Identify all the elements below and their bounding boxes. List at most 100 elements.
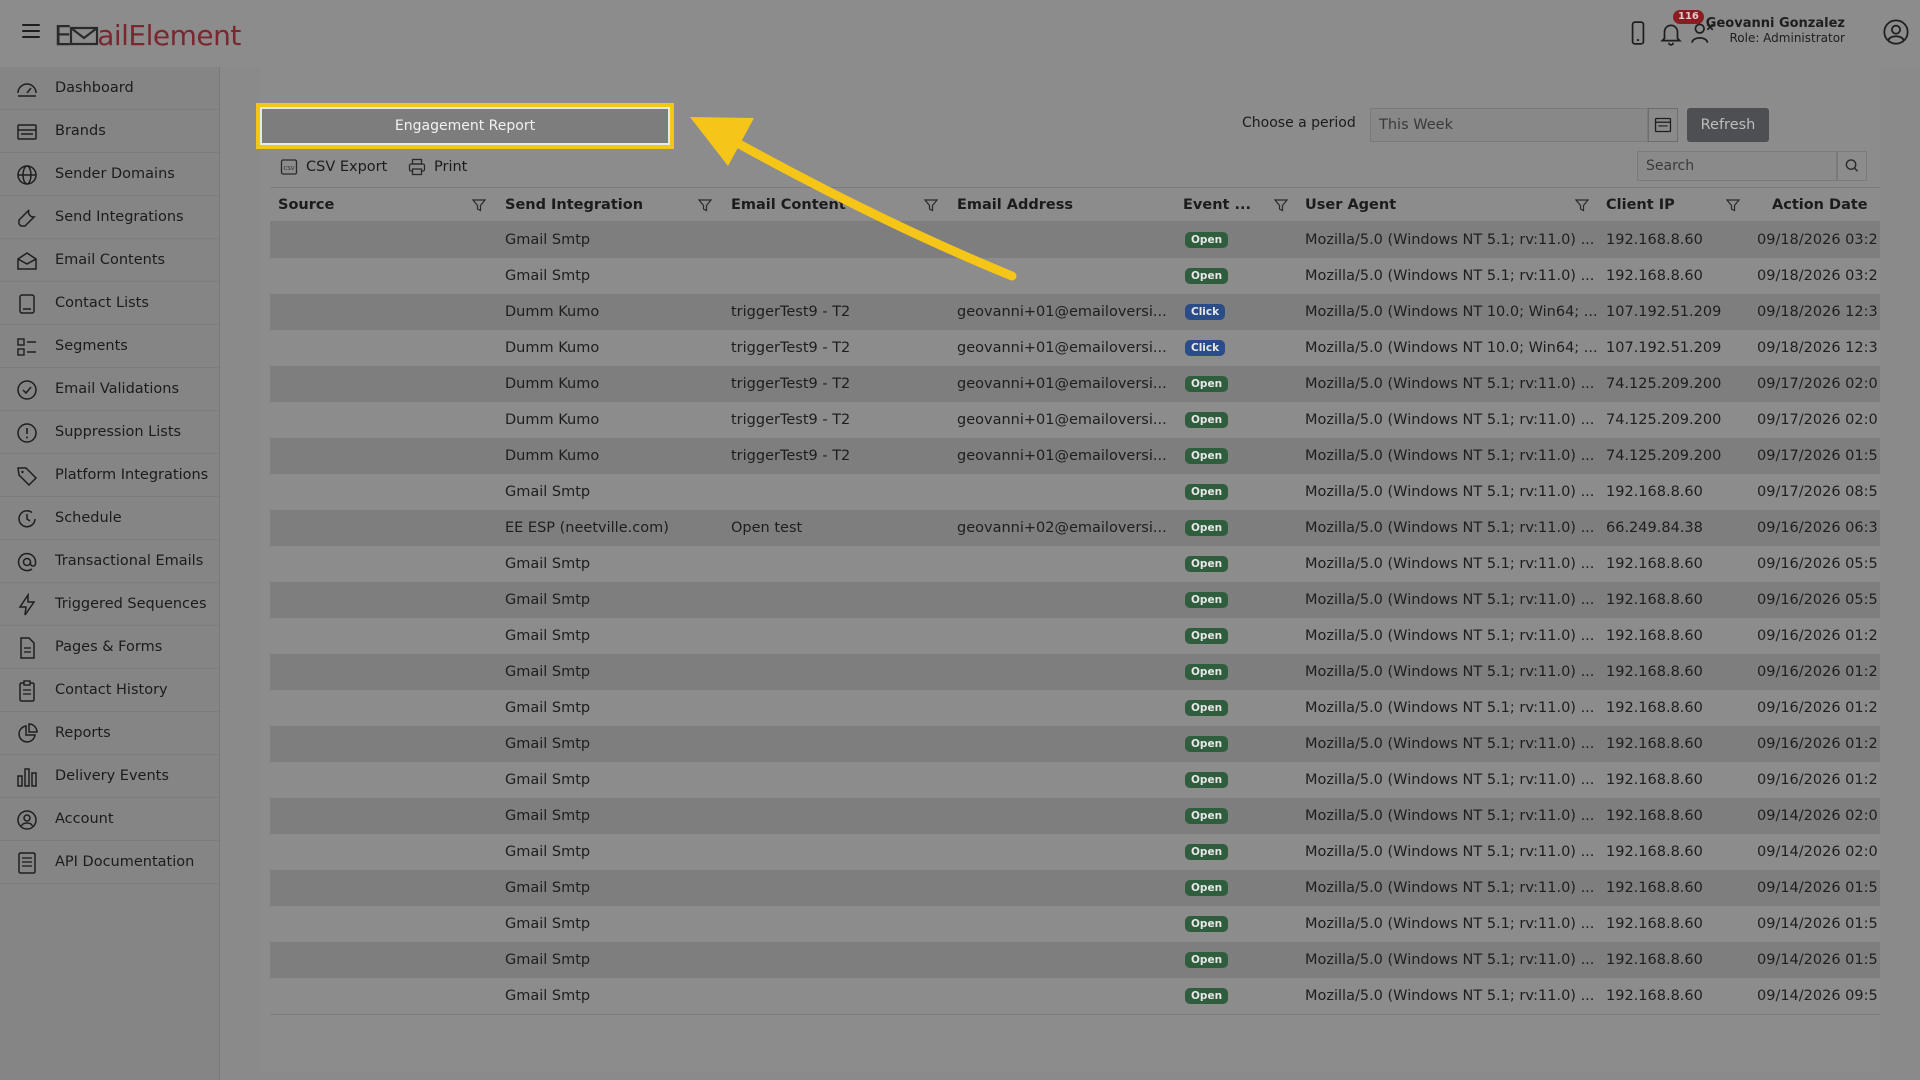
period-select[interactable]: This Week <box>1370 108 1648 142</box>
refresh-button[interactable]: Refresh <box>1687 108 1769 142</box>
filter-icon[interactable] <box>924 198 938 212</box>
sidebar-item-account[interactable]: Account <box>0 798 220 841</box>
table-row[interactable]: Gmail Smtp Open Mozilla/5.0 (Windows NT 5.… <box>270 726 1880 762</box>
cell-email-address <box>957 906 1167 942</box>
column-header-email-address[interactable]: Email Address <box>957 188 1073 223</box>
cell-client-ip: 192.168.8.60 <box>1606 700 1703 716</box>
sidebar-item-email-validations[interactable]: Email Validations <box>0 368 220 411</box>
mobile-icon[interactable] <box>1625 20 1651 46</box>
table-row[interactable]: Dumm Kumo triggerTest9 - T2 geovanni+01@em… <box>270 366 1880 402</box>
sidebar-item-segments[interactable]: Segments <box>0 325 220 368</box>
cell-action-date: 09/17/2026 02:0 <box>1757 376 1877 392</box>
user-avatar-icon[interactable] <box>1882 18 1910 46</box>
cell-client-ip: 192.168.8.60 <box>1606 844 1703 860</box>
sidebar-item-email-contents[interactable]: Email Contents <box>0 239 220 282</box>
cell-email-content: triggerTest9 - T2 <box>731 340 851 356</box>
column-header-action-date[interactable]: Action Date <box>1772 188 1868 223</box>
filter-icon[interactable] <box>1726 198 1740 212</box>
cell-email-content <box>731 870 951 906</box>
engagement-report-button[interactable]: Engagement Report <box>256 103 674 149</box>
cell-email-address <box>957 798 1167 834</box>
sidebar-item-dashboard[interactable]: Dashboard <box>0 67 220 110</box>
cell-client-ip: 192.168.8.60 <box>1606 988 1703 1004</box>
sidebar-item-transactional-emails[interactable]: Transactional Emails <box>0 540 220 583</box>
table-row[interactable]: Gmail Smtp Open Mozilla/5.0 (Windows NT 5.… <box>270 258 1880 294</box>
search-input[interactable]: Search <box>1637 151 1837 181</box>
table-row[interactable]: Gmail Smtp Open Mozilla/5.0 (Windows NT 5.… <box>270 798 1880 834</box>
cell-client-ip: 192.168.8.60 <box>1606 808 1703 824</box>
cell-action-date: 09/17/2026 08:5 <box>1757 484 1877 500</box>
table-row[interactable]: Gmail Smtp Open Mozilla/5.0 (Windows NT 5.… <box>270 762 1880 798</box>
cell-action-date: 09/16/2026 06:3 <box>1757 520 1877 536</box>
csv-export-button[interactable]: CSV CSV Export <box>280 155 387 179</box>
table-row[interactable]: Dumm Kumo triggerTest9 - T2 geovanni+01@em… <box>270 438 1880 474</box>
cell-client-ip: 192.168.8.60 <box>1606 556 1703 572</box>
filter-icon[interactable] <box>1575 198 1589 212</box>
hamburger-menu-icon[interactable] <box>22 24 40 44</box>
column-header-send-integration[interactable]: Send Integration <box>505 188 643 223</box>
table-row[interactable]: Gmail Smtp Open Mozilla/5.0 (Windows NT 5.… <box>270 978 1880 1014</box>
table-row[interactable]: Gmail Smtp Open Mozilla/5.0 (Windows NT 5.… <box>270 870 1880 906</box>
globe-icon <box>17 165 37 185</box>
table-row[interactable]: Dumm Kumo triggerTest9 - T2 geovanni+01@em… <box>270 330 1880 366</box>
segments-icon <box>17 338 36 356</box>
column-header-email-content[interactable]: Email Content <box>731 188 846 223</box>
cell-source <box>278 222 498 258</box>
sidebar-item-suppression-lists[interactable]: Suppression Lists <box>0 411 220 454</box>
sidebar-item-triggered-sequences[interactable]: Triggered Sequences <box>0 583 220 626</box>
table-row[interactable]: Gmail Smtp Open Mozilla/5.0 (Windows NT 5.… <box>270 582 1880 618</box>
table-row[interactable]: EE ESP (neetville.com) Open test geovanni+… <box>270 510 1880 546</box>
table-row[interactable]: Gmail Smtp Open Mozilla/5.0 (Windows NT 5.… <box>270 654 1880 690</box>
sidebar-item-send-integrations[interactable]: Send Integrations <box>0 196 220 239</box>
table-row[interactable]: Dumm Kumo triggerTest9 - T2 geovanni+01@em… <box>270 294 1880 330</box>
sidebar-item-contact-history[interactable]: Contact History <box>0 669 220 712</box>
pie-chart-icon <box>18 723 38 743</box>
cell-source <box>278 330 498 366</box>
filter-icon[interactable] <box>698 198 712 212</box>
column-header-source[interactable]: Source <box>278 188 334 223</box>
table-row[interactable]: Gmail Smtp Open Mozilla/5.0 (Windows NT 5.… <box>270 618 1880 654</box>
sidebar-item-brands[interactable]: Brands <box>0 110 220 153</box>
cell-action-date: 09/14/2026 01:5 <box>1757 916 1877 932</box>
cell-send-integration: Gmail Smtp <box>505 700 591 716</box>
column-header-event[interactable]: Event ... <box>1183 188 1251 223</box>
sidebar-item-pages-forms[interactable]: Pages & Forms <box>0 626 220 669</box>
sidebar-item-platform-integrations[interactable]: Platform Integrations <box>0 454 220 497</box>
user-name[interactable]: Geovanni Gonzalez <box>1706 16 1845 31</box>
logo[interactable]: EailElement <box>54 19 241 52</box>
sidebar-item-label: Platform Integrations <box>55 467 209 483</box>
event-badge: Open <box>1185 880 1229 896</box>
print-button[interactable]: Print <box>408 155 467 179</box>
search-icon[interactable] <box>1837 151 1867 181</box>
sidebar-item-schedule[interactable]: Schedule <box>0 497 220 540</box>
table-row[interactable]: Gmail Smtp Open Mozilla/5.0 (Windows NT 5.… <box>270 222 1880 258</box>
table-row[interactable]: Gmail Smtp Open Mozilla/5.0 (Windows NT 5.… <box>270 474 1880 510</box>
column-header-client-ip[interactable]: Client IP <box>1606 188 1675 223</box>
sidebar-item-label: Suppression Lists <box>55 424 182 440</box>
calendar-icon[interactable] <box>1648 108 1678 142</box>
top-bar: EailElement 116 Geovanni Gonzalez Role: … <box>0 0 1920 67</box>
filter-icon[interactable] <box>1274 198 1288 212</box>
filter-icon[interactable] <box>472 198 486 212</box>
table-row[interactable]: Gmail Smtp Open Mozilla/5.0 (Windows NT 5.… <box>270 942 1880 978</box>
sidebar-item-sender-domains[interactable]: Sender Domains <box>0 153 220 196</box>
cell-email-content <box>731 726 951 762</box>
cell-action-date: 09/16/2026 01:2 <box>1757 736 1877 752</box>
cell-action-date: 09/14/2026 02:0 <box>1757 844 1877 860</box>
sidebar-item-contact-lists[interactable]: Contact Lists <box>0 282 220 325</box>
cell-action-date: 09/14/2026 09:5 <box>1757 988 1877 1004</box>
sidebar-item-delivery-events[interactable]: Delivery Events <box>0 755 220 798</box>
table-row[interactable]: Gmail Smtp Open Mozilla/5.0 (Windows NT 5.… <box>270 906 1880 942</box>
table-row[interactable]: Gmail Smtp Open Mozilla/5.0 (Windows NT 5.… <box>270 834 1880 870</box>
table-row[interactable]: Gmail Smtp Open Mozilla/5.0 (Windows NT 5.… <box>270 546 1880 582</box>
table-header: Source Send Integration Email Content Email… <box>270 187 1880 222</box>
column-header-user-agent[interactable]: User Agent <box>1305 188 1396 223</box>
cell-email-address: geovanni+01@emailoversi... <box>957 412 1167 428</box>
table-row[interactable]: Gmail Smtp Open Mozilla/5.0 (Windows NT 5.… <box>270 690 1880 726</box>
cell-source <box>278 294 498 330</box>
cell-email-address <box>957 978 1167 1014</box>
sidebar-item-reports[interactable]: Reports <box>0 712 220 755</box>
table-row[interactable]: Dumm Kumo triggerTest9 - T2 geovanni+01@em… <box>270 402 1880 438</box>
cell-user-agent: Mozilla/5.0 (Windows NT 5.1; rv:11.0) ..… <box>1305 592 1595 608</box>
sidebar-item-api-documentation[interactable]: API Documentation <box>0 841 220 884</box>
